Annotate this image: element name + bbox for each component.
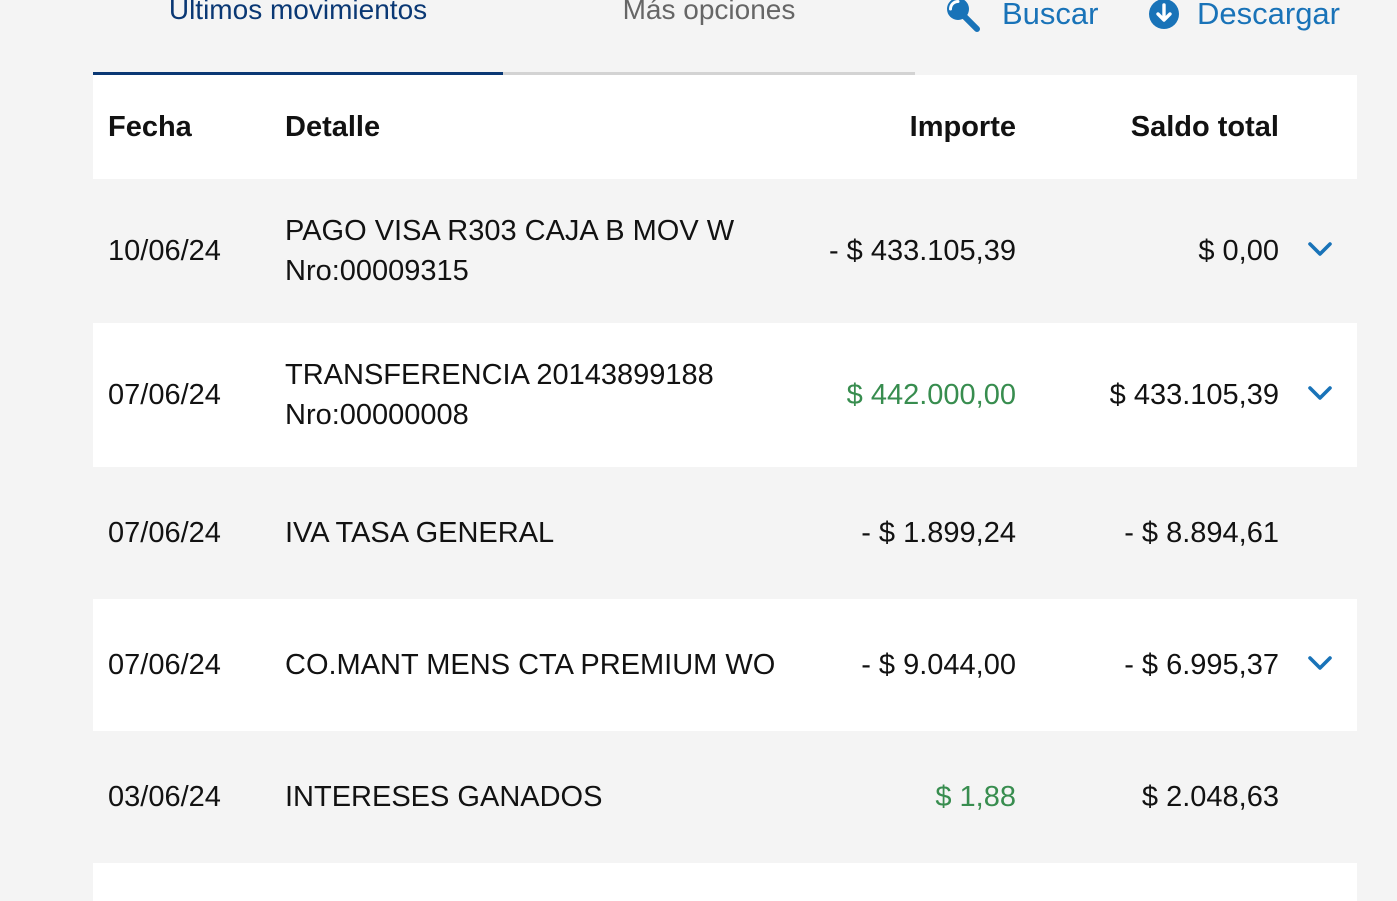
row-detalle: IVA TASA GENERAL xyxy=(285,517,555,549)
movements-table: Fecha Detalle Importe Saldo total 10/06/… xyxy=(93,75,1357,901)
row-detalle: TRANSFERENCIA 20143899188 xyxy=(285,359,714,391)
row-saldo: - $ 8.894,61 xyxy=(1124,517,1279,549)
search-button-label: Buscar xyxy=(1002,0,1099,31)
table-header: Fecha Detalle Importe Saldo total xyxy=(93,75,1357,179)
row-detalle: INTERESES GANADOS xyxy=(285,781,603,813)
row-detalle-nro: Nro:00009315 xyxy=(285,255,469,287)
chevron-down-icon[interactable] xyxy=(1305,379,1335,409)
table-row[interactable] xyxy=(93,863,1357,901)
row-saldo: $ 2.048,63 xyxy=(1141,781,1279,813)
download-icon xyxy=(1149,0,1179,29)
header-saldo-total: Saldo total xyxy=(1130,111,1279,143)
row-importe: $ 442.000,00 xyxy=(846,379,1016,411)
row-saldo: $ 433.105,39 xyxy=(1109,379,1279,411)
download-button-label: Descargar xyxy=(1197,0,1340,31)
table-row[interactable]: 10/06/24 PAGO VISA R303 CAJA B MOV W Nro… xyxy=(93,179,1357,323)
table-row[interactable]: 07/06/24 TRANSFERENCIA 20143899188 Nro:0… xyxy=(93,323,1357,467)
search-button[interactable]: Buscar xyxy=(944,0,1098,32)
table-row[interactable]: 03/06/24 INTERESES GANADOS $ 1,88 $ 2.04… xyxy=(93,731,1357,863)
row-importe: - $ 1.899,24 xyxy=(861,517,1016,549)
header-importe: Importe xyxy=(909,111,1016,143)
row-detalle-nro: Nro:00000008 xyxy=(285,399,469,431)
row-fecha: 07/06/24 xyxy=(108,379,221,411)
tab-ultimos-movimientos[interactable]: Ultimos movimientos xyxy=(93,0,503,75)
row-fecha: 07/06/24 xyxy=(108,517,221,549)
movements-page: Ultimos movimientos Más opciones Buscar … xyxy=(0,0,1397,901)
row-fecha: 03/06/24 xyxy=(108,781,221,813)
search-icon xyxy=(947,0,980,32)
row-detalle: PAGO VISA R303 CAJA B MOV W xyxy=(285,215,735,247)
header-detalle: Detalle xyxy=(285,111,381,143)
row-saldo: $ 0,00 xyxy=(1198,235,1279,267)
header-fecha: Fecha xyxy=(108,111,192,143)
row-importe: - $ 433.105,39 xyxy=(828,235,1016,267)
row-importe: $ 1,88 xyxy=(935,781,1016,813)
tab-mas-opciones[interactable]: Más opciones xyxy=(503,0,915,75)
row-detalle: CO.MANT MENS CTA PREMIUM WO xyxy=(285,649,776,681)
row-importe: - $ 9.044,00 xyxy=(861,649,1016,681)
row-saldo: - $ 6.995,37 xyxy=(1124,649,1279,681)
chevron-down-icon[interactable] xyxy=(1305,649,1335,679)
row-fecha: 07/06/24 xyxy=(108,649,221,681)
download-button[interactable]: Descargar xyxy=(1148,0,1340,32)
table-row[interactable]: 07/06/24 IVA TASA GENERAL - $ 1.899,24 -… xyxy=(93,467,1357,599)
table-row[interactable]: 07/06/24 CO.MANT MENS CTA PREMIUM WO - $… xyxy=(93,599,1357,731)
chevron-down-icon[interactable] xyxy=(1305,235,1335,265)
row-fecha: 10/06/24 xyxy=(108,235,221,267)
tabs-bar: Ultimos movimientos Más opciones xyxy=(93,0,915,75)
tab-ultimos-movimientos-label: Ultimos movimientos xyxy=(168,0,428,25)
tab-mas-opciones-label: Más opciones xyxy=(622,0,796,25)
